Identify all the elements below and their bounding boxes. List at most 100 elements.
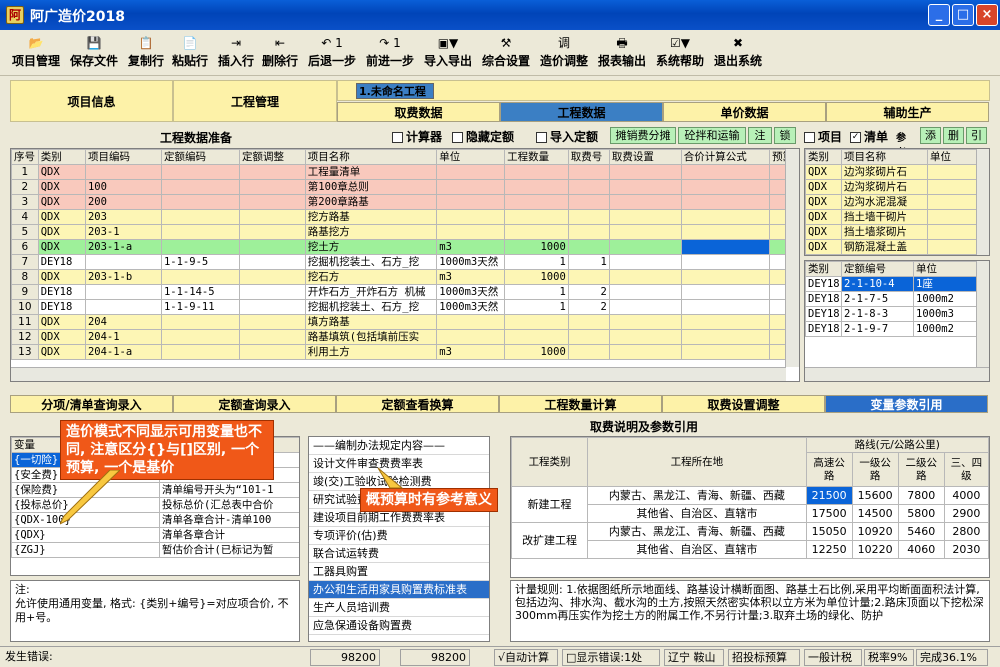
cell-type[interactable]: QDX xyxy=(37,224,86,240)
cell-empty[interactable] xyxy=(680,224,771,240)
table-row[interactable]: 13 QDX 204-1-a 利用土方 m3 1000 xyxy=(11,344,799,360)
cell-empty[interactable] xyxy=(608,194,682,210)
panel-button-2[interactable]: 注 xyxy=(748,127,772,144)
cell-unit[interactable] xyxy=(927,179,978,195)
cell-unit[interactable] xyxy=(436,224,506,240)
cell-qty[interactable]: 1000 xyxy=(504,344,569,360)
panel-button-0[interactable]: 摊销费分摊 xyxy=(610,127,676,144)
cell-qty[interactable] xyxy=(504,314,569,330)
cell-name[interactable]: 挡土墙浆砌片 xyxy=(841,224,928,240)
cell-qty[interactable] xyxy=(504,329,569,345)
cell-code[interactable]: 2-1-9-7 xyxy=(841,321,914,337)
cell-empty[interactable] xyxy=(680,314,771,330)
cell-empty[interactable] xyxy=(608,239,682,255)
cell-unit[interactable] xyxy=(927,209,978,225)
cell-adj[interactable] xyxy=(239,254,306,270)
table-row[interactable]: QDX 边沟水泥混凝 xyxy=(805,194,978,210)
minimize-button[interactable]: _ xyxy=(928,4,950,26)
quota-grid-hscroll[interactable] xyxy=(805,367,989,381)
cell-empty[interactable] xyxy=(608,314,682,330)
quota-grid-vscroll[interactable] xyxy=(976,261,989,367)
paste-row-button[interactable]: 📄 粘贴行 xyxy=(172,34,208,72)
fee-list-item[interactable]: 应急保通设备购置费 xyxy=(309,617,489,635)
fee-list-item[interactable]: ——编制办法规定内容—— xyxy=(309,437,489,455)
cell-fee[interactable] xyxy=(567,344,610,360)
maximize-button[interactable]: □ xyxy=(952,4,974,26)
cell-qcode[interactable]: 1-1-9-11 xyxy=(160,299,241,315)
cell-type[interactable]: DEY18 xyxy=(805,276,842,292)
cell-type[interactable]: DEY18 xyxy=(37,299,86,315)
bottom-tab-0[interactable]: 分项/清单查询录入 xyxy=(10,395,173,413)
cell-no[interactable]: 10 xyxy=(11,299,39,315)
cell-qty[interactable] xyxy=(504,179,569,195)
table-row[interactable]: 2 QDX 100 第100章总则 xyxy=(11,179,799,195)
table-row[interactable]: DEY18 2-1-10-4 1座 xyxy=(805,276,978,292)
exit-button[interactable]: ✖ 退出系统 xyxy=(714,34,762,72)
cell-code[interactable]: 2-1-10-4 xyxy=(841,276,914,292)
cell-code[interactable]: 100 xyxy=(84,179,162,195)
table-row[interactable]: 10 DEY18 1-1-9-11 挖掘机挖装土、石方_挖 1000m3天然 1 2 xyxy=(11,299,799,315)
cell-unit[interactable]: 1000m3天然 xyxy=(436,254,506,270)
cell-empty[interactable] xyxy=(608,209,682,225)
cell-name[interactable]: 挖掘机挖装土、石方_挖 xyxy=(304,299,438,315)
cell-adj[interactable] xyxy=(239,164,306,180)
cell-unit[interactable] xyxy=(436,164,506,180)
cell-name[interactable]: 第100章总则 xyxy=(304,179,438,195)
cell-qcode[interactable]: 1-1-9-5 xyxy=(160,254,241,270)
cell-no[interactable]: 7 xyxy=(11,254,39,270)
table-row[interactable]: 6 QDX 203-1-a 挖土方 m3 1000 xyxy=(11,239,799,255)
cell-empty[interactable] xyxy=(608,179,682,195)
tab-1[interactable]: 工程数据 xyxy=(500,102,663,122)
cell-type[interactable]: DEY18 xyxy=(805,291,842,307)
cell-no[interactable]: 13 xyxy=(11,344,39,360)
col-header[interactable]: 项目名称 xyxy=(304,149,438,165)
table-row[interactable]: QDX 挡土墙浆砌片 xyxy=(805,224,978,240)
cell-name[interactable]: 挖掘机挖装土、石方_挖 xyxy=(304,254,438,270)
cell-empty[interactable] xyxy=(680,179,771,195)
cell-adj[interactable] xyxy=(239,299,306,315)
cell-no[interactable]: 12 xyxy=(11,329,39,345)
cell-adj[interactable] xyxy=(239,269,306,285)
cell-qty[interactable]: 1000 xyxy=(504,269,569,285)
bottom-tab-5[interactable]: 变量参数引用 xyxy=(825,395,988,413)
list-item[interactable]: {投标总价} 投标总价(汇总表中合价 xyxy=(11,497,299,513)
table-row[interactable]: QDX 挡土墙干砌片 xyxy=(805,209,978,225)
cell-qcode[interactable] xyxy=(160,194,241,210)
main-grid-vscroll[interactable] xyxy=(785,149,799,367)
cell-fee[interactable] xyxy=(567,209,610,225)
cell-unit[interactable]: 1000m2 xyxy=(913,321,978,337)
table-row[interactable]: QDX 边沟浆砌片石 xyxy=(805,179,978,195)
cell-qcode[interactable] xyxy=(160,329,241,345)
check-0[interactable]: 计算器 xyxy=(392,128,442,145)
reference-quota-grid[interactable]: 类别 定额编号 单位 DEY18 2-1-10-4 1座 DEY18 2-1-7-5 1000m… xyxy=(804,260,990,382)
cell-empty[interactable] xyxy=(680,299,771,315)
help-button[interactable]: ☑▼ 系统帮助 xyxy=(656,34,704,72)
cell-code[interactable]: 204-1-a xyxy=(84,344,162,360)
close-button[interactable]: × xyxy=(976,4,998,26)
ref-button-1[interactable]: 删 xyxy=(943,127,964,144)
cell-fee[interactable]: 1 xyxy=(567,254,610,270)
cell-qcode[interactable] xyxy=(160,164,241,180)
cell-empty[interactable] xyxy=(608,254,682,270)
cell-qcode[interactable] xyxy=(160,344,241,360)
col-header[interactable]: 单位 xyxy=(436,149,506,165)
fee-list-item[interactable]: 专项评价(估)费 xyxy=(309,527,489,545)
cell-empty[interactable] xyxy=(680,209,771,225)
col-header[interactable]: 序号 xyxy=(11,149,39,165)
cell-no[interactable]: 11 xyxy=(11,314,39,330)
cell-code[interactable]: 203 xyxy=(84,209,162,225)
cell-type[interactable]: QDX xyxy=(805,194,842,210)
cell-type[interactable]: QDX xyxy=(805,239,842,255)
cell-unit[interactable] xyxy=(927,224,978,240)
col-header[interactable]: 定额编号 xyxy=(841,261,914,277)
cell-empty[interactable] xyxy=(680,194,771,210)
cell-qty[interactable] xyxy=(504,224,569,240)
cell-fee[interactable] xyxy=(567,194,610,210)
cell-no[interactable]: 1 xyxy=(11,164,39,180)
cell-name[interactable]: 挖石方 xyxy=(304,269,438,285)
reference-grid-vscroll[interactable] xyxy=(976,149,989,255)
list-item[interactable]: {ZGJ} 暂估价合计(已标记为暂 xyxy=(11,542,299,558)
cell-name[interactable]: 开炸石方_开炸石方 机械 xyxy=(304,284,438,300)
cell-empty[interactable] xyxy=(680,284,771,300)
cell-name[interactable]: 边沟浆砌片石 xyxy=(841,179,928,195)
